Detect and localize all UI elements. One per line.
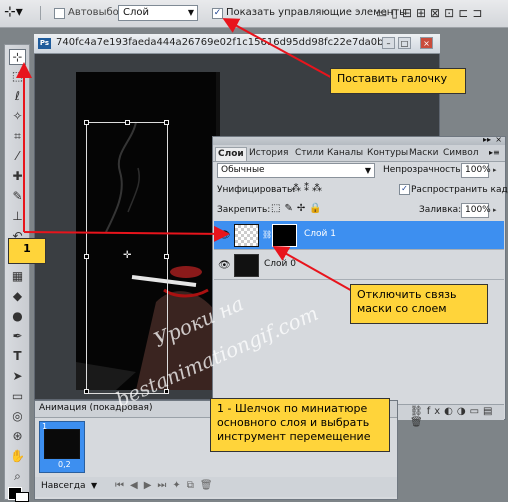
link-icon[interactable]: ⛓ <box>262 230 272 239</box>
healing-brush-icon[interactable]: ✚ <box>9 169 26 185</box>
collapse-icon[interactable]: ▸▸ <box>483 135 491 144</box>
unify-icons[interactable]: ⁂⁑⁂ <box>291 183 325 194</box>
playback-icons[interactable]: ⏮◀▶⏭✦⧉🗑 <box>115 480 219 491</box>
clone-stamp-icon[interactable]: ⊥ <box>9 209 26 225</box>
dodge-tool-icon[interactable]: ● <box>9 309 26 325</box>
transform-handle[interactable] <box>84 120 89 125</box>
transform-handle[interactable] <box>164 254 169 259</box>
autoselect-value: Слой <box>123 7 149 18</box>
tools-panel: ⊹ ⬚ ℓ ✧ ⌗ ⁄ ✚ ✎ ⊥ ↶ ▱ ▦ ◆ ● ✒ T ➤ ▭ ◎ ⊛ … <box>4 44 30 502</box>
maximize-icon[interactable]: □ <box>398 37 411 49</box>
lock-icons[interactable]: ⬚✎✢🔒 <box>271 203 326 214</box>
document-title: 740fc4a7e193faeda444a26769e02f1c15616d95… <box>56 37 394 48</box>
hand-tool-icon[interactable]: ✋ <box>9 449 26 465</box>
propagate-label: Распространить кадр 1 <box>411 185 508 195</box>
opacity-label: Непрозрачность: <box>383 165 464 175</box>
frame-thumbnail <box>44 429 80 459</box>
move-tool-icon[interactable]: ⊹▾ <box>4 4 23 20</box>
fill-label: Заливка: <box>419 205 462 215</box>
fill-slider-icon[interactable]: ▸ <box>493 206 497 214</box>
animation-frame[interactable]: 1 0,2 <box>39 421 85 473</box>
frame-delay[interactable]: 0,2 <box>58 460 71 469</box>
transform-handle[interactable] <box>84 389 89 394</box>
panel-menu-icon[interactable]: ▸≡ <box>489 148 500 157</box>
eye-icon[interactable]: 👁 <box>218 260 231 271</box>
layer-action-icons[interactable]: ⛓fx◐◑▭▤🗑 <box>410 406 504 428</box>
note-instruction: 1 - Шелчок по миниатюре основного слоя и… <box>210 398 390 452</box>
loop-value[interactable]: Навсегда <box>41 481 86 491</box>
layer-mask-thumbnail[interactable] <box>272 224 297 247</box>
lock-label: Закрепить: <box>217 205 271 215</box>
layer-name[interactable]: Слой 1 <box>304 229 336 239</box>
chevron-down-icon: ▼ <box>187 8 194 17</box>
unify-label: Унифицировать: <box>217 185 296 195</box>
align-icons[interactable]: ▭▯⊟⊞⊠⊡⊏⊐ <box>376 6 486 20</box>
gradient-tool-icon[interactable]: ▦ <box>9 269 26 285</box>
tab-channels[interactable]: Каналы <box>325 147 365 161</box>
layer-thumbnail[interactable] <box>234 254 259 277</box>
tab-masks[interactable]: Маски <box>407 147 441 161</box>
layers-panel: ▸▸ × Слои История Стили Каналы Контуры М… <box>212 135 508 428</box>
move-tool-icon[interactable]: ⊹ <box>9 49 26 65</box>
magic-wand-icon[interactable]: ✧ <box>9 109 26 125</box>
minimize-icon[interactable]: – <box>382 37 395 49</box>
rectangle-tool-icon[interactable]: ▭ <box>9 389 26 405</box>
chevron-down-icon[interactable]: ▼ <box>91 481 97 490</box>
close-icon[interactable]: × <box>495 135 502 144</box>
note-step-1: 1 <box>8 238 46 264</box>
note-check: Поставить галочку <box>330 68 466 94</box>
zoom-tool-icon[interactable]: ⌕ <box>9 469 26 485</box>
blend-mode-dropdown[interactable]: Обычные ▼ <box>217 163 375 178</box>
eyedropper-icon[interactable]: ⁄ <box>9 149 26 165</box>
background-color-swatch[interactable] <box>15 492 29 502</box>
3d-orbit-icon[interactable]: ⊛ <box>9 429 26 445</box>
marquee-tool-icon[interactable]: ⬚ <box>9 69 26 85</box>
tab-characters[interactable]: Символ <box>441 147 481 161</box>
note-unlink: Отключить связь маски со слоем <box>350 284 488 324</box>
fill-input[interactable]: 100% <box>461 203 491 218</box>
eye-icon[interactable]: 👁 <box>218 230 231 241</box>
show-controls-checkbox[interactable]: ✓ <box>212 8 223 19</box>
opacity-input[interactable]: 100% <box>461 163 491 178</box>
layer-row[interactable]: 👁 Слой 0 <box>214 251 504 280</box>
animation-controls: Навсегда ▼ ⏮◀▶⏭✦⧉🗑 <box>35 477 397 497</box>
transform-box[interactable]: ✛ <box>84 120 169 394</box>
type-tool-icon[interactable]: T <box>9 349 26 365</box>
tab-paths[interactable]: Контуры <box>365 147 410 161</box>
transform-handle[interactable] <box>84 254 89 259</box>
document-titlebar: Ps 740fc4a7e193faeda444a26769e02f1c15616… <box>34 34 440 54</box>
crop-tool-icon[interactable]: ⌗ <box>9 129 26 145</box>
blend-mode-value: Обычные <box>221 165 265 175</box>
close-icon[interactable]: × <box>420 37 433 49</box>
path-select-icon[interactable]: ➤ <box>9 369 26 385</box>
options-bar: ⊹▾ Автовыбор: Слой ▼ ✓ Показать управляю… <box>0 0 508 28</box>
chevron-down-icon: ▼ <box>364 166 371 175</box>
propagate-checkbox[interactable]: ✓ <box>399 184 410 195</box>
lasso-tool-icon[interactable]: ℓ <box>9 89 26 105</box>
pen-tool-icon[interactable]: ✒ <box>9 329 26 345</box>
layer-row[interactable]: 👁 ⛓ Слой 1 <box>214 221 504 250</box>
blur-tool-icon[interactable]: ◆ <box>9 289 26 305</box>
transform-center-icon[interactable]: ✛ <box>123 250 131 261</box>
autoselect-dropdown[interactable]: Слой ▼ <box>118 5 198 21</box>
panel-tabs: Слои История Стили Каналы Контуры Маски … <box>213 145 505 162</box>
layer-thumbnail[interactable] <box>234 224 259 247</box>
tab-history[interactable]: История <box>247 147 290 161</box>
opacity-slider-icon[interactable]: ▸ <box>493 166 497 174</box>
transform-handle[interactable] <box>164 120 169 125</box>
brush-tool-icon[interactable]: ✎ <box>9 189 26 205</box>
divider <box>40 6 41 20</box>
tab-styles[interactable]: Стили <box>293 147 326 161</box>
ps-badge: Ps <box>38 38 51 49</box>
transform-handle[interactable] <box>125 120 130 125</box>
3d-rotate-icon[interactable]: ◎ <box>9 409 26 425</box>
tab-layers[interactable]: Слои <box>215 147 247 161</box>
layer-name[interactable]: Слой 0 <box>264 259 296 269</box>
autoselect-checkbox[interactable] <box>54 8 65 19</box>
panel-header: ▸▸ × <box>213 135 505 145</box>
